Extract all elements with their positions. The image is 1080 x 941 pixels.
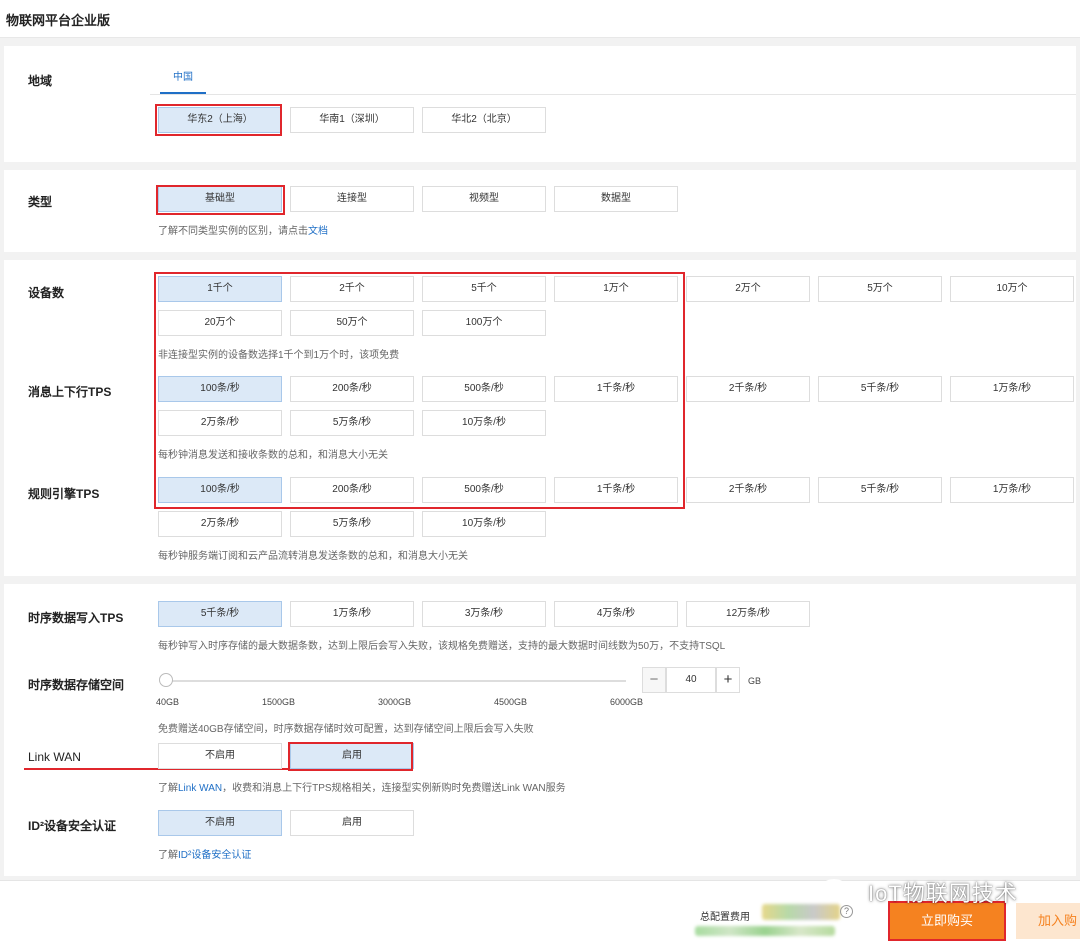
- ts-write-option[interactable]: 1万条/秒: [290, 601, 414, 627]
- highlight-type: [156, 185, 285, 215]
- watermark-text: IoT物联网技术: [868, 881, 1018, 906]
- devices-option[interactable]: 10万个: [950, 276, 1074, 302]
- storage-value-input[interactable]: 40: [666, 667, 716, 693]
- msg-tps-option[interactable]: 5千条/秒: [818, 376, 942, 402]
- ts-write-label: 时序数据写入TPS: [28, 611, 124, 625]
- add-to-cart-button[interactable]: 加入购: [1016, 903, 1080, 939]
- storage-unit: GB: [748, 676, 762, 686]
- rule-tps-hint: 每秒钟服务端订阅和云产品流转消息发送条数的总和，和消息大小无关: [158, 551, 468, 562]
- rule-tps-option[interactable]: 1万条/秒: [950, 477, 1074, 503]
- link-wan-hint: 了解Link WAN，收费和消息上下行TPS规格相关，连接型实例新购时免费赠送L…: [158, 779, 566, 794]
- type-hint-text: 了解不同类型实例的区别，请点击: [158, 226, 308, 237]
- storage-increment-button[interactable]: +: [716, 667, 740, 693]
- link-wan-hint-prefix: 了解: [158, 783, 178, 794]
- rule-tps-option[interactable]: 5万条/秒: [290, 511, 414, 537]
- highlight-spec: [154, 272, 685, 509]
- type-doc-link[interactable]: 文档: [308, 226, 328, 237]
- storage-slider-track[interactable]: [166, 680, 626, 682]
- ts-write-hint: 每秒钟写入时序存储的最大数据条数，达到上限后会写入失败，该规格免费赠送，支持的最…: [158, 641, 726, 652]
- storage-slider-handle[interactable]: [159, 673, 173, 687]
- tab-divider: [150, 94, 1076, 95]
- rule-tps-label: 规则引擎TPS: [28, 487, 100, 501]
- tab-china[interactable]: 中国: [160, 68, 206, 83]
- slider-tick: 40GB: [156, 697, 180, 707]
- region-option-beijing[interactable]: 华北2（北京）: [422, 107, 546, 133]
- rule-tps-option[interactable]: 2千条/秒: [686, 477, 810, 503]
- slider-tick: 4500GB: [494, 697, 528, 707]
- id2-label: ID²设备安全认证: [28, 819, 116, 833]
- id2-link[interactable]: ID²设备安全认证: [178, 850, 251, 861]
- rule-tps-option[interactable]: 2万条/秒: [158, 511, 282, 537]
- ts-storage-label: 时序数据存储空间: [28, 678, 125, 692]
- ts-write-option[interactable]: 3万条/秒: [422, 601, 546, 627]
- ts-write-option[interactable]: 12万条/秒: [686, 601, 810, 627]
- devices-option[interactable]: 5万个: [818, 276, 942, 302]
- wechat-icon: [820, 879, 859, 905]
- highlight-link-wan: [288, 742, 413, 771]
- type-option-video[interactable]: 视频型: [422, 186, 546, 212]
- ts-storage-hint: 免费赠送40GB存储空间，时序数据存储时效可配置，达到存储空间上限后会写入失败: [158, 724, 534, 735]
- slider-tick: 3000GB: [378, 697, 412, 707]
- link-wan-option-disable[interactable]: 不启用: [158, 743, 282, 769]
- devices-option[interactable]: 2万个: [686, 276, 810, 302]
- msg-tps-option[interactable]: 2千条/秒: [686, 376, 810, 402]
- link-wan-label: Link WAN: [28, 750, 81, 764]
- region-label: 地域: [28, 74, 53, 88]
- link-wan-hint-text: ，收费和消息上下行TPS规格相关，连接型实例新购时免费赠送Link WAN服务: [222, 783, 566, 794]
- id2-hint-prefix: 了解: [158, 850, 178, 861]
- type-option-data[interactable]: 数据型: [554, 186, 678, 212]
- type-option-connect[interactable]: 连接型: [290, 186, 414, 212]
- type-hint: 了解不同类型实例的区别，请点击文档: [158, 222, 328, 237]
- id2-hint: 了解ID²设备安全认证: [158, 846, 251, 861]
- storage-decrement-button[interactable]: −: [642, 667, 666, 693]
- slider-tick: 1500GB: [262, 697, 296, 707]
- rule-tps-option[interactable]: 10万条/秒: [422, 511, 546, 537]
- slider-tick: 6000GB: [610, 697, 644, 707]
- page-title: 物联网平台企业版: [6, 13, 111, 28]
- id2-option-disable[interactable]: 不启用: [158, 810, 282, 836]
- type-label: 类型: [28, 195, 53, 209]
- devices-label: 设备数: [28, 286, 65, 300]
- total-cost-label: 总配置费用: [700, 912, 750, 923]
- id2-option-enable[interactable]: 启用: [290, 810, 414, 836]
- header-bar: 物联网平台企业版: [0, 0, 1080, 38]
- ts-write-option[interactable]: 5千条/秒: [158, 601, 282, 627]
- watermark: IoT物联网技术: [818, 872, 1018, 912]
- highlight-region: [155, 104, 282, 136]
- region-option-shenzhen[interactable]: 华南1（深圳）: [290, 107, 414, 133]
- msg-tps-option[interactable]: 1万条/秒: [950, 376, 1074, 402]
- ts-write-option[interactable]: 4万条/秒: [554, 601, 678, 627]
- rule-tps-option[interactable]: 5千条/秒: [818, 477, 942, 503]
- link-wan-link[interactable]: Link WAN: [178, 783, 222, 794]
- price-detail-blurred: [695, 926, 835, 936]
- msg-tps-label: 消息上下行TPS: [28, 385, 112, 399]
